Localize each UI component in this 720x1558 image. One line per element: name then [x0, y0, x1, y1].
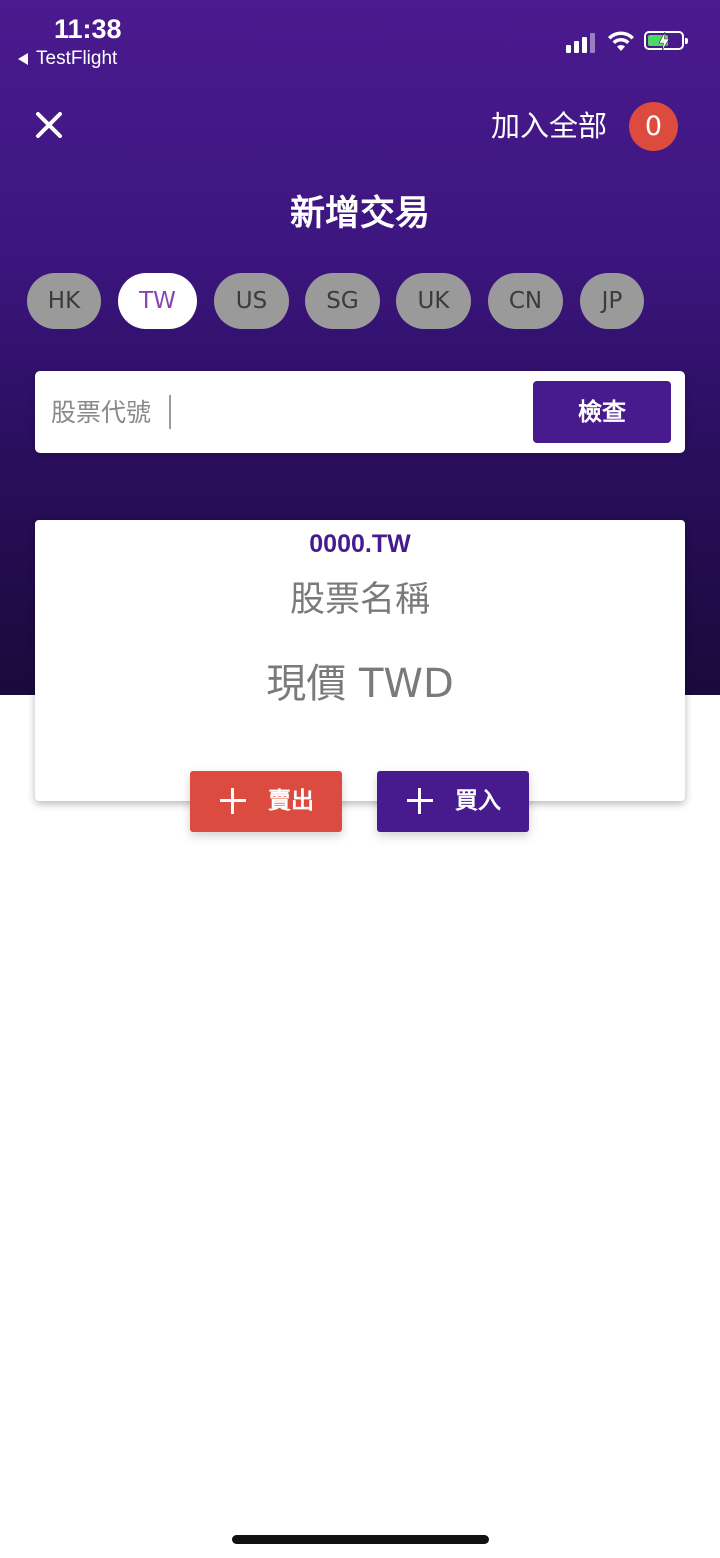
back-app-label: TestFlight — [36, 48, 118, 69]
add-all-button[interactable]: 加入全部 — [491, 106, 607, 146]
stock-search-box: 檢查 — [35, 371, 685, 453]
close-icon — [36, 112, 62, 138]
market-chip-jp[interactable]: JP — [580, 273, 644, 329]
status-time: 11:38 — [54, 14, 122, 44]
battery-charging-icon — [644, 31, 688, 51]
home-indicator[interactable] — [232, 1535, 489, 1544]
sell-button[interactable]: 賣出 — [190, 771, 342, 832]
buy-label: 買入 — [455, 788, 501, 814]
count-badge: 0 — [629, 102, 678, 151]
market-chip-us[interactable]: US — [214, 273, 289, 329]
market-chip-uk[interactable]: UK — [396, 273, 471, 329]
text-cursor — [169, 395, 171, 429]
back-to-app-link[interactable]: TestFlight — [18, 48, 117, 70]
stock-code-input[interactable] — [49, 387, 523, 437]
plus-icon — [220, 788, 246, 814]
market-chip-hk[interactable]: HK — [27, 273, 101, 329]
sell-label: 賣出 — [268, 788, 314, 814]
stock-price: 現價 TWD — [266, 661, 454, 707]
market-chip-sg[interactable]: SG — [305, 273, 380, 329]
market-chip-cn[interactable]: CN — [488, 273, 563, 329]
buy-button[interactable]: 買入 — [377, 771, 529, 832]
stock-info-card: 0000.TW 股票名稱 現價 TWD — [35, 520, 685, 801]
check-button[interactable]: 檢查 — [533, 381, 671, 443]
back-arrow-icon — [18, 53, 28, 65]
wifi-icon — [606, 30, 636, 56]
page-title: 新增交易 — [289, 194, 430, 234]
stock-code: 0000.TW — [309, 530, 411, 558]
stock-name: 股票名稱 — [289, 580, 430, 620]
close-button[interactable] — [30, 106, 68, 144]
market-chip-tw[interactable]: TW — [118, 273, 197, 329]
plus-icon — [407, 788, 433, 814]
signal-icon — [566, 33, 595, 53]
